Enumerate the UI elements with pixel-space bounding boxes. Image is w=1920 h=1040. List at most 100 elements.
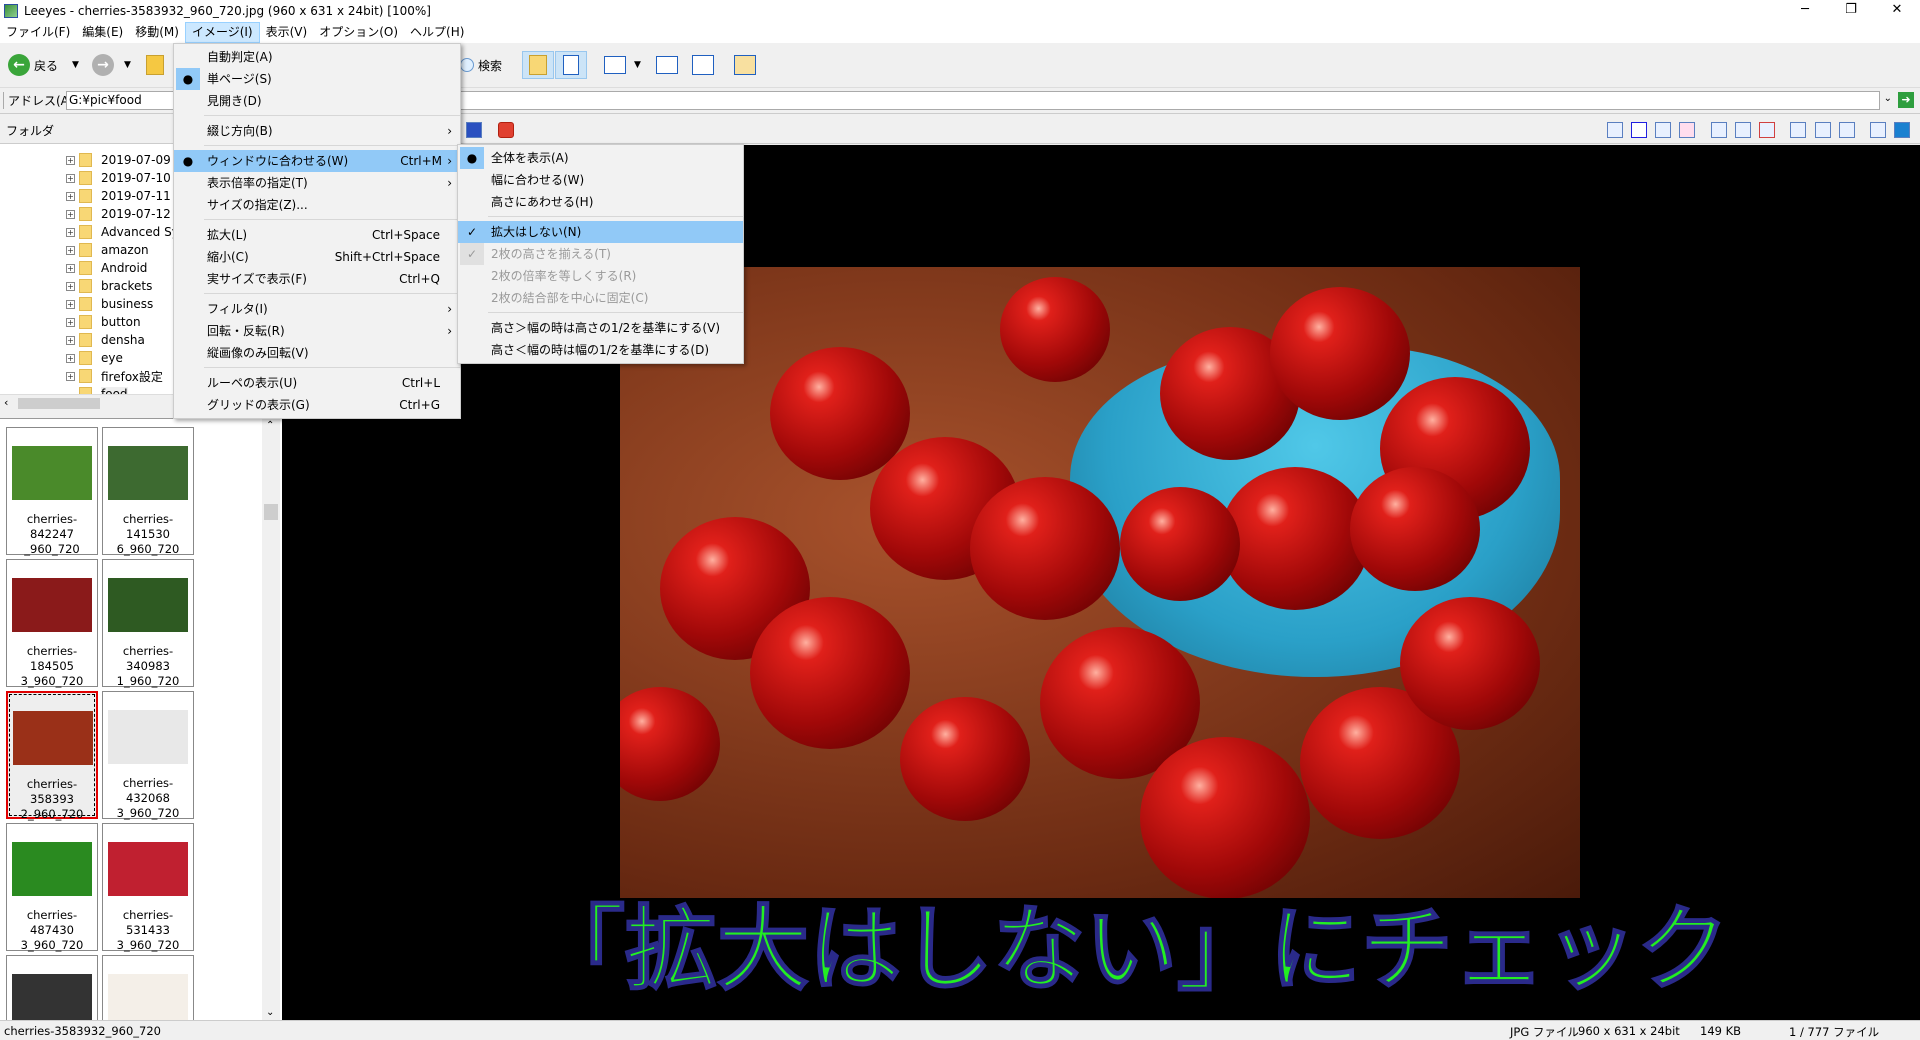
thumbnail-toggle[interactable] xyxy=(555,51,587,79)
menu-file[interactable]: ファイル(F) xyxy=(0,22,76,43)
menu-item[interactable]: ● ウィンドウに合わせる(W) Ctrl+M › xyxy=(174,150,460,172)
menu-view[interactable]: 表示(V) xyxy=(260,22,314,43)
back-dropdown-icon[interactable]: ▼ xyxy=(72,60,79,70)
menu-item[interactable]: 高さ＞幅の時は高さの1/2を基準にする(V) xyxy=(458,317,743,339)
back-button[interactable]: ← 戻る ▼ xyxy=(8,51,79,79)
menu-options[interactable]: オプション(O) xyxy=(313,22,404,43)
window-icon[interactable] xyxy=(1870,122,1886,138)
menu-item[interactable]: 見開き(D) xyxy=(174,90,460,112)
menu-item[interactable]: 実サイズで表示(F) Ctrl+Q xyxy=(174,268,460,290)
go-icon[interactable]: ➜ xyxy=(1898,92,1914,108)
tree-node[interactable]: +2019-07-11 xyxy=(66,187,171,205)
tree-node[interactable]: +2019-07-10 xyxy=(66,169,171,187)
scroll-down-icon[interactable]: ⌄ xyxy=(266,1007,274,1018)
tree-node[interactable]: +2019-07-12 xyxy=(66,205,171,223)
rotate-icon[interactable] xyxy=(1655,122,1671,138)
menu-item[interactable]: 高さにあわせる(H) xyxy=(458,191,743,213)
scroll-thumb[interactable] xyxy=(264,504,278,520)
tree-node[interactable]: + Advanced Sy xyxy=(66,223,179,241)
forward-dropdown-icon[interactable]: ▼ xyxy=(124,60,131,70)
expand-icon[interactable]: + xyxy=(66,173,75,183)
menu-help[interactable]: ヘルプ(H) xyxy=(404,22,470,43)
menu-item[interactable]: 幅に合わせる(W) xyxy=(458,169,743,191)
expand-icon[interactable]: + xyxy=(66,335,75,345)
tree-node[interactable]: + Android xyxy=(66,259,147,277)
single-page-icon[interactable] xyxy=(1815,122,1831,138)
menu-item[interactable]: ✓ 拡大はしない(N) xyxy=(458,221,743,243)
scroll-thumb[interactable] xyxy=(18,398,100,409)
menu-item[interactable]: 自動判定(A) xyxy=(174,46,460,68)
menu-item[interactable]: 綴じ方向(B) › xyxy=(174,120,460,142)
thumbnail-scrollbar[interactable]: ⌃ ⌄ xyxy=(262,418,280,1020)
expand-icon[interactable]: + xyxy=(66,353,75,363)
thumbnail-item[interactable]: cherries-141530 6_960_720 xyxy=(102,427,194,556)
folder-tree-toggle[interactable] xyxy=(522,51,554,79)
resize-icon[interactable] xyxy=(1679,122,1695,138)
menu-item[interactable]: サイズの指定(Z)... xyxy=(174,194,460,216)
tree-node[interactable]: + brackets xyxy=(66,277,152,295)
search-button[interactable]: 検索 xyxy=(460,51,502,79)
thumbnail-item[interactable]: cherries-842247 _960_720 xyxy=(6,427,98,556)
menu-item[interactable]: ルーペの表示(U) Ctrl+L xyxy=(174,372,460,394)
loupe-icon[interactable] xyxy=(1607,122,1623,138)
zoom-in-icon[interactable] xyxy=(1735,122,1751,138)
sort-button[interactable] xyxy=(656,51,678,79)
expand-icon[interactable]: + xyxy=(66,263,75,273)
menu-item[interactable]: 縮小(C) Shift+Ctrl+Space xyxy=(174,246,460,268)
tree-node[interactable]: + densha xyxy=(66,331,145,349)
thumbnail-item[interactable]: cherries-184505 3_960_720 xyxy=(6,559,98,688)
tree-node[interactable]: + eye xyxy=(66,349,123,367)
slideshow-icon[interactable] xyxy=(466,122,482,138)
restore-button[interactable]: ❐ xyxy=(1828,0,1874,22)
tree-node[interactable]: + firefox設定 xyxy=(66,367,163,385)
expand-icon[interactable]: + xyxy=(66,317,75,327)
forward-button[interactable]: → ▼ xyxy=(92,51,131,79)
thumbnail-item[interactable] xyxy=(6,955,98,1020)
minimize-button[interactable]: ─ xyxy=(1782,0,1828,22)
thumbnail-item[interactable]: cherries-531433 3_960_720 xyxy=(102,823,194,952)
expand-icon[interactable]: + xyxy=(66,371,75,381)
auto-page-icon[interactable] xyxy=(1790,122,1806,138)
menu-item[interactable]: ● 全体を表示(A) xyxy=(458,147,743,169)
view-dropdown-icon[interactable]: ▼ xyxy=(634,60,641,70)
fullscreen-icon[interactable] xyxy=(1894,122,1910,138)
menu-item[interactable]: 拡大(L) Ctrl+Space xyxy=(174,224,460,246)
expand-icon[interactable]: + xyxy=(66,299,75,309)
menu-item[interactable]: 縦画像のみ回転(V) xyxy=(174,342,460,364)
menu-edit[interactable]: 編集(E) xyxy=(76,22,129,43)
menu-item[interactable]: ● 単ページ(S) xyxy=(174,68,460,90)
fit-window-icon[interactable] xyxy=(1711,122,1727,138)
menu-item[interactable]: 表示倍率の指定(T) › xyxy=(174,172,460,194)
layout-button[interactable] xyxy=(692,51,714,79)
menu-item[interactable]: グリッドの表示(G) Ctrl+G xyxy=(174,394,460,416)
up-folder-button[interactable] xyxy=(146,51,164,79)
menu-move[interactable]: 移動(M) xyxy=(129,22,185,43)
tree-node[interactable]: + business xyxy=(66,295,153,313)
expand-icon[interactable]: + xyxy=(66,209,75,219)
menu-item[interactable]: フィルタ(I) › xyxy=(174,298,460,320)
spread-page-icon[interactable] xyxy=(1839,122,1855,138)
expand-icon[interactable]: + xyxy=(66,155,75,165)
settings-button[interactable] xyxy=(734,51,756,79)
expand-icon[interactable]: + xyxy=(66,227,75,237)
scroll-left-icon[interactable]: ‹ xyxy=(4,396,8,409)
expand-icon[interactable]: + xyxy=(66,191,75,201)
grid-icon[interactable] xyxy=(1631,122,1647,138)
tree-node[interactable]: + button xyxy=(66,313,141,331)
scroll-up-icon[interactable]: ⌃ xyxy=(266,420,274,431)
menu-item[interactable]: 回転・反転(R) › xyxy=(174,320,460,342)
actual-size-icon[interactable] xyxy=(1759,122,1775,138)
menu-item[interactable]: 高さ＜幅の時は幅の1/2を基準にする(D) xyxy=(458,339,743,361)
thumbnail-item[interactable]: cherries-432068 3_960_720 xyxy=(102,691,194,820)
thumbnail-item[interactable] xyxy=(102,955,194,1020)
close-button[interactable]: ✕ xyxy=(1874,0,1920,22)
timer-icon[interactable] xyxy=(498,122,514,138)
menu-image[interactable]: イメージ(I) xyxy=(184,22,260,43)
tree-node[interactable]: +2019-07-09 xyxy=(66,151,171,169)
thumbnail-item[interactable]: cherries-340983 1_960_720 xyxy=(102,559,194,688)
address-dropdown-icon[interactable]: ⌄ xyxy=(1884,93,1892,104)
thumbnail-item[interactable]: cherries-358393 2_960_720 xyxy=(6,691,98,821)
tree-node[interactable]: + amazon xyxy=(66,241,149,259)
thumbnail-view-button[interactable]: ▼ xyxy=(604,51,641,79)
expand-icon[interactable]: + xyxy=(66,245,75,255)
